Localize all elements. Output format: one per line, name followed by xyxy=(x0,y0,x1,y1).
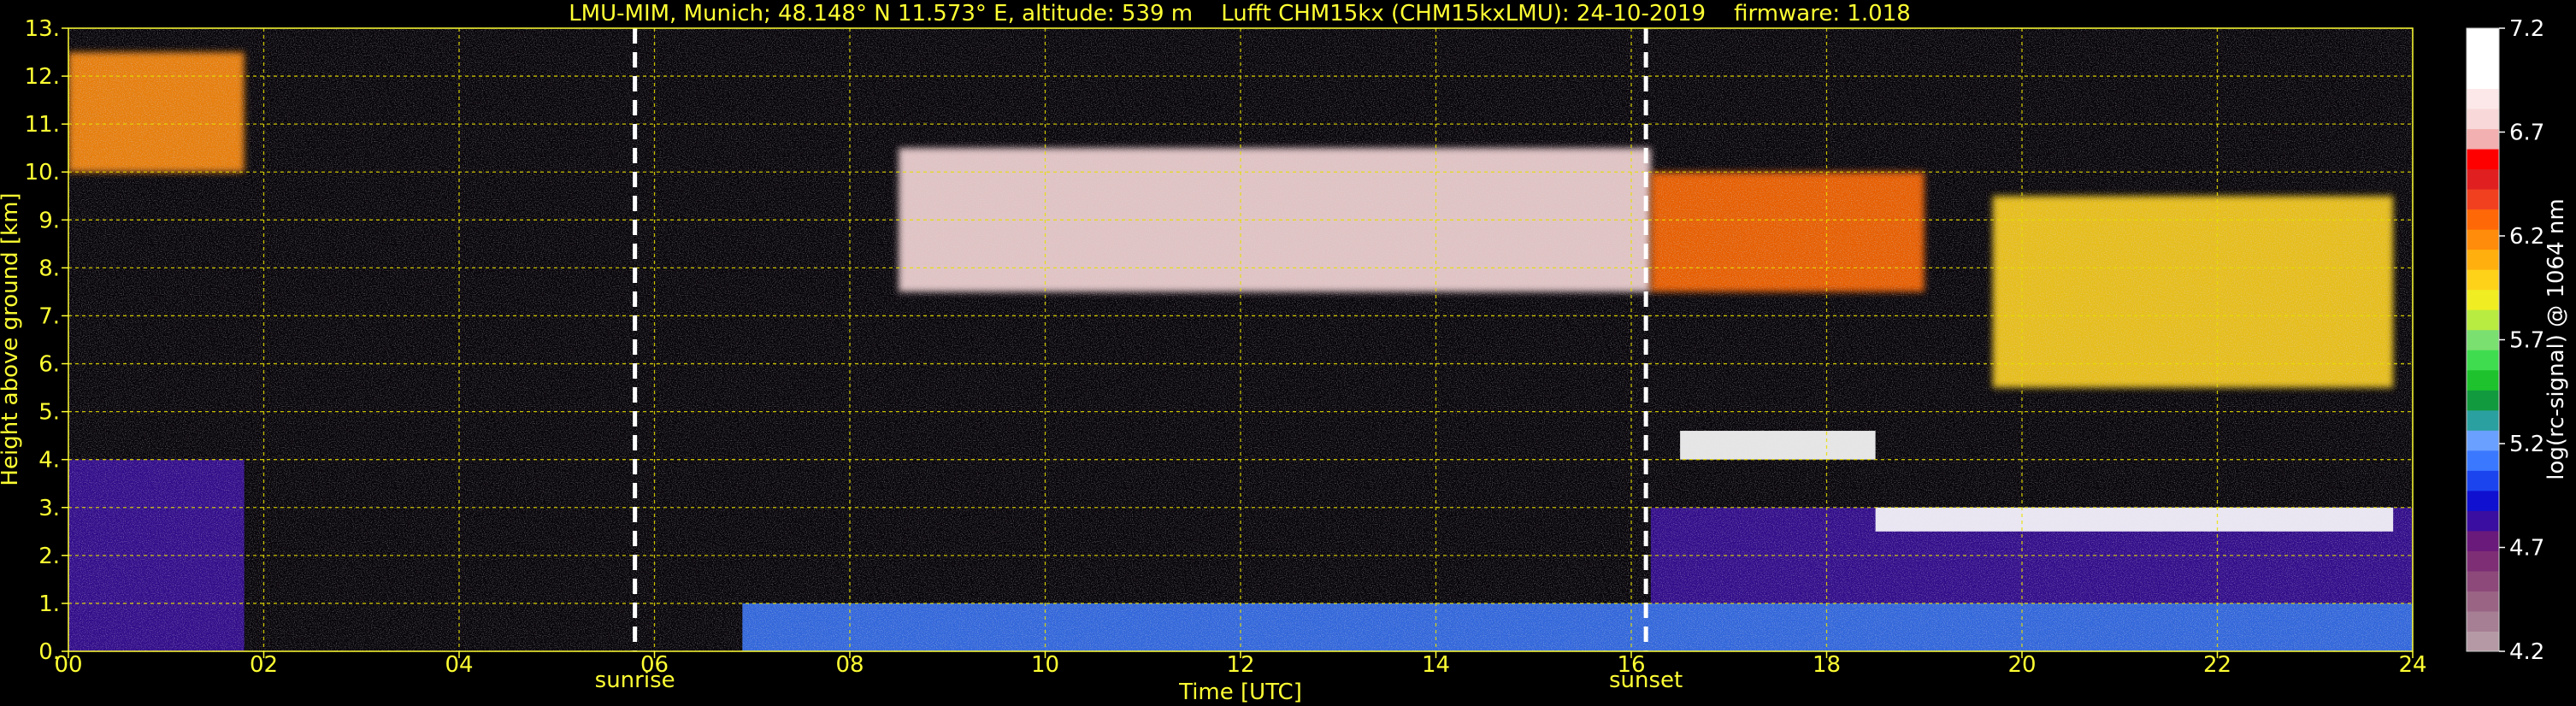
colorbar-segment xyxy=(2467,430,2499,451)
y-tick-label: 6. xyxy=(38,352,60,378)
colorbar-tick-label: 6.7 xyxy=(2509,121,2544,146)
colorbar-segment xyxy=(2467,149,2499,170)
colorbar-segment xyxy=(2467,550,2499,572)
colorbar-label: log(rc-signal) @ 1064 nm xyxy=(2544,198,2569,479)
colorbar-tick-label: 4.2 xyxy=(2509,639,2544,665)
x-tick-label: 12 xyxy=(1226,652,1254,678)
y-tick-label: 11. xyxy=(25,112,60,138)
colorbar-segment xyxy=(2467,189,2499,210)
y-tick-label: 2. xyxy=(38,544,60,569)
x-tick-label: 08 xyxy=(835,652,864,678)
colorbar-segment xyxy=(2467,109,2499,130)
colorbar-tick-label: 7.2 xyxy=(2509,16,2544,42)
x-tick-label: 10 xyxy=(1031,652,1059,678)
y-tick-label: 8. xyxy=(38,256,60,281)
colorbar-segment xyxy=(2467,249,2499,270)
x-tick-label: 18 xyxy=(1813,652,1841,678)
x-tick-label: 24 xyxy=(2398,652,2426,678)
x-tick-label: 20 xyxy=(2007,652,2036,678)
colorbar-segment xyxy=(2467,591,2499,612)
colorbar-segment xyxy=(2467,369,2499,391)
y-tick-label: 12. xyxy=(25,64,60,90)
colorbar-segment xyxy=(2467,289,2499,310)
colorbar-segment xyxy=(2467,450,2499,471)
colorbar-tick-label: 4.7 xyxy=(2509,536,2544,562)
colorbar-segment xyxy=(2467,229,2499,250)
colorbar-segment xyxy=(2467,610,2499,632)
colorbar-segment xyxy=(2467,470,2499,491)
colorbar-segment xyxy=(2467,88,2499,109)
chart-title: LMU-MIM, Munich; 48.148° N 11.573° E, al… xyxy=(569,1,1911,26)
colorbar-segment xyxy=(2467,490,2499,511)
plot-area: sunrise sunset xyxy=(68,27,2414,693)
y-tick-label: 13. xyxy=(25,16,60,42)
colorbar-segment xyxy=(2467,48,2499,69)
colorbar: 4.2 4.7 5.2 5.7 6.2 6.7 7.2 xyxy=(2466,16,2544,665)
y-tick-label: 5. xyxy=(38,400,60,426)
colorbar-segment xyxy=(2467,350,2499,371)
colorbar-segment xyxy=(2467,329,2499,350)
colorbar-tick-label: 5.2 xyxy=(2509,432,2544,457)
colorbar-segment xyxy=(2467,168,2499,190)
y-tick-label: 3. xyxy=(38,496,60,521)
y-axis-label: Height above ground [km] xyxy=(0,192,23,485)
x-tick-label: 16 xyxy=(1617,652,1645,678)
y-tick-label: 7. xyxy=(38,303,60,329)
colorbar-segment xyxy=(2467,631,2499,652)
colorbar-tick-label: 5.7 xyxy=(2509,328,2544,354)
y-tick-label: 10. xyxy=(25,160,60,185)
x-tick-label: 06 xyxy=(640,652,669,678)
y-axis: 0.1.2.3.4.5.6.7.8.9.10.11.12.13. xyxy=(25,16,68,665)
y-tick-label: 9. xyxy=(38,208,60,233)
colorbar-segment xyxy=(2467,269,2499,291)
ceilometer-chart: LMU-MIM, Munich; 48.148° N 11.573° E, al… xyxy=(0,1,2569,705)
colorbar-segment xyxy=(2467,570,2499,591)
x-tick-label: 04 xyxy=(445,652,473,678)
y-tick-label: 1. xyxy=(38,591,60,617)
y-tick-label: 4. xyxy=(38,448,60,474)
colorbar-segment xyxy=(2467,68,2499,90)
colorbar-tick-label: 6.2 xyxy=(2509,224,2544,250)
x-tick-label: 14 xyxy=(1422,652,1450,678)
x-tick-label: 22 xyxy=(2203,652,2231,678)
colorbar-segment xyxy=(2467,510,2499,532)
colorbar-segment xyxy=(2467,209,2499,230)
colorbar-segment xyxy=(2467,530,2499,551)
x-axis: 00 02 04 06 08 10 12 14 16 18 20 22 24 xyxy=(54,651,2427,678)
x-axis-label: Time [UTC] xyxy=(1178,680,1302,705)
colorbar-segment xyxy=(2467,409,2499,431)
colorbar-segment xyxy=(2467,128,2499,150)
colorbar-segment xyxy=(2467,309,2499,331)
colorbar-segment xyxy=(2467,390,2499,411)
colorbar-segment xyxy=(2467,28,2499,50)
x-tick-label: 00 xyxy=(54,652,82,678)
x-tick-label: 02 xyxy=(250,652,278,678)
